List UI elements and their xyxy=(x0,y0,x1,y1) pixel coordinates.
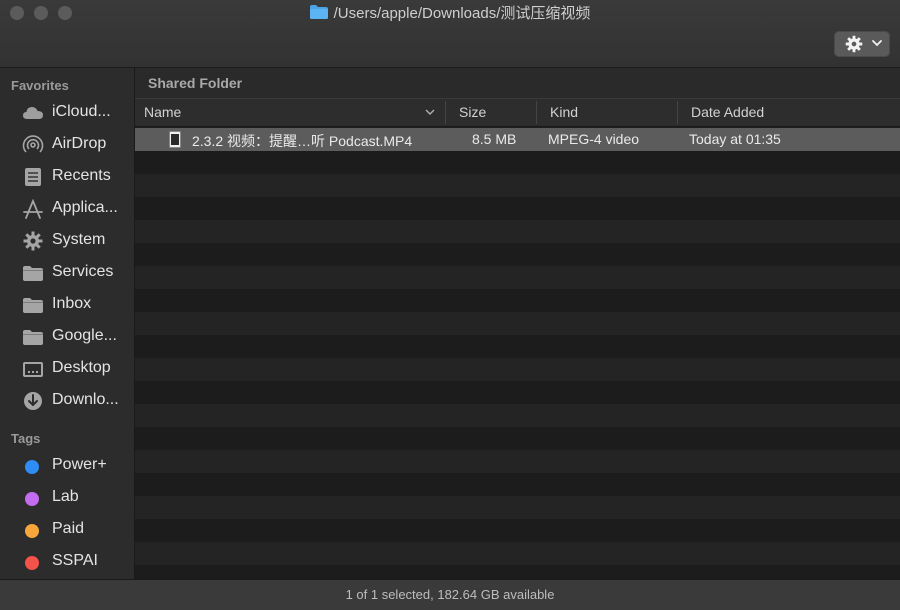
sidebar-item-label: AirDrop xyxy=(52,135,107,152)
empty-row xyxy=(135,565,900,579)
file-name: 2.3.2 视频：提醒…听 Podcast.MP4 xyxy=(192,133,413,149)
sidebar-tag-lab[interactable]: Lab xyxy=(0,484,134,512)
folder-icon xyxy=(23,298,43,313)
tag-color-dot xyxy=(25,460,39,474)
sidebar-item-airdrop[interactable]: AirDrop xyxy=(0,131,134,159)
tag-label: SSPAI xyxy=(52,552,98,569)
sidebar-item-label: iCloud... xyxy=(52,103,111,120)
column-divider[interactable] xyxy=(445,101,446,124)
empty-row xyxy=(135,220,900,243)
empty-row xyxy=(135,496,900,519)
applications-icon xyxy=(23,199,43,219)
empty-row xyxy=(135,450,900,473)
table-row[interactable]: 2.3.2 视频：提醒…听 Podcast.MP4 8.5 MB MPEG-4 … xyxy=(135,128,900,151)
desktop-icon xyxy=(23,362,43,377)
tag-color-dot xyxy=(25,492,39,506)
sidebar-item-downloads[interactable]: Downlo... xyxy=(0,387,134,415)
window-title: /Users/apple/Downloads/测试压缩视频 xyxy=(0,4,900,24)
file-list: 2.3.2 视频：提醒…听 Podcast.MP4 8.5 MB MPEG-4 … xyxy=(135,126,900,579)
tag-label: Lab xyxy=(52,488,79,505)
folder-icon xyxy=(23,330,43,345)
sidebar-item-icloud[interactable]: iCloud... xyxy=(0,99,134,127)
sidebar-item-label: Inbox xyxy=(52,295,92,312)
empty-row xyxy=(135,381,900,404)
column-header-date-added[interactable]: Date Added xyxy=(691,104,764,120)
sidebar-item-label: Applica... xyxy=(52,199,118,216)
tags-header: Tags xyxy=(11,431,41,446)
empty-row xyxy=(135,542,900,565)
sidebar-item-desktop[interactable]: Desktop xyxy=(0,355,134,383)
section-title: Shared Folder xyxy=(148,75,243,91)
finder-window: /Users/apple/Downloads/测试压缩视频 Favorites … xyxy=(0,0,900,610)
empty-row xyxy=(135,473,900,496)
tag-color-dot xyxy=(25,556,39,570)
gear-icon xyxy=(845,35,863,53)
folder-icon xyxy=(23,266,43,281)
window-title-text: /Users/apple/Downloads/测试压缩视频 xyxy=(333,5,591,22)
sidebar-item-label: System xyxy=(52,231,106,248)
status-bar: 1 of 1 selected, 182.64 GB available xyxy=(0,579,900,610)
column-divider[interactable] xyxy=(677,101,678,124)
video-file-icon xyxy=(169,131,181,148)
title-bar: /Users/apple/Downloads/测试压缩视频 xyxy=(0,0,900,68)
sidebar-tag-paid[interactable]: Paid xyxy=(0,516,134,544)
empty-row xyxy=(135,519,900,542)
sidebar-item-system[interactable]: System xyxy=(0,227,134,255)
empty-row xyxy=(135,289,900,312)
column-header-name[interactable]: Name xyxy=(144,104,181,120)
file-date-added: Today at 01:35 xyxy=(689,131,781,147)
column-header-size[interactable]: Size xyxy=(459,104,486,120)
empty-row xyxy=(135,312,900,335)
sidebar-item-inbox[interactable]: Inbox xyxy=(0,291,134,319)
sidebar-tag-sspai[interactable]: SSPAI xyxy=(0,548,134,576)
empty-row xyxy=(135,404,900,427)
sidebar-item-applications[interactable]: Applica... xyxy=(0,195,134,223)
chevron-down-icon xyxy=(872,40,882,47)
favorites-header: Favorites xyxy=(11,78,69,93)
sidebar-item-label: Desktop xyxy=(52,359,111,376)
tag-label: Power+ xyxy=(52,456,107,473)
empty-row xyxy=(135,358,900,381)
sidebar-item-google[interactable]: Google... xyxy=(0,323,134,351)
column-divider[interactable] xyxy=(536,101,537,124)
empty-row xyxy=(135,427,900,450)
recents-icon xyxy=(25,168,41,186)
sidebar-item-services[interactable]: Services xyxy=(0,259,134,287)
column-header-kind[interactable]: Kind xyxy=(550,104,578,120)
chevron-down-icon[interactable] xyxy=(425,108,435,116)
sidebar-tag-power[interactable]: Power+ xyxy=(0,452,134,480)
sidebar: Favorites iCloud... AirDrop Recents Appl… xyxy=(0,68,135,579)
action-menu-button[interactable] xyxy=(834,31,890,57)
sidebar-item-label: Recents xyxy=(52,167,111,184)
folder-icon xyxy=(309,5,328,19)
airdrop-icon xyxy=(22,135,44,153)
sidebar-item-label: Services xyxy=(52,263,114,280)
cloud-icon xyxy=(23,107,43,119)
section-header: Shared Folder xyxy=(135,68,900,98)
sidebar-item-recents[interactable]: Recents xyxy=(0,163,134,191)
file-browser: Shared Folder Name Size Kind Date Added … xyxy=(135,68,900,579)
gear-icon xyxy=(23,231,43,251)
downloads-icon xyxy=(24,392,42,410)
empty-row xyxy=(135,174,900,197)
empty-row xyxy=(135,335,900,358)
column-header-bar: Name Size Kind Date Added xyxy=(135,98,900,127)
tag-color-dot xyxy=(25,524,39,538)
sidebar-item-label: Google... xyxy=(52,327,117,344)
file-kind: MPEG-4 video xyxy=(548,131,640,147)
empty-row xyxy=(135,197,900,220)
file-size: 8.5 MB xyxy=(472,131,517,147)
sidebar-item-label: Downlo... xyxy=(52,391,119,408)
empty-row xyxy=(135,151,900,174)
tag-label: Paid xyxy=(52,520,85,537)
empty-row xyxy=(135,243,900,266)
empty-row xyxy=(135,266,900,289)
